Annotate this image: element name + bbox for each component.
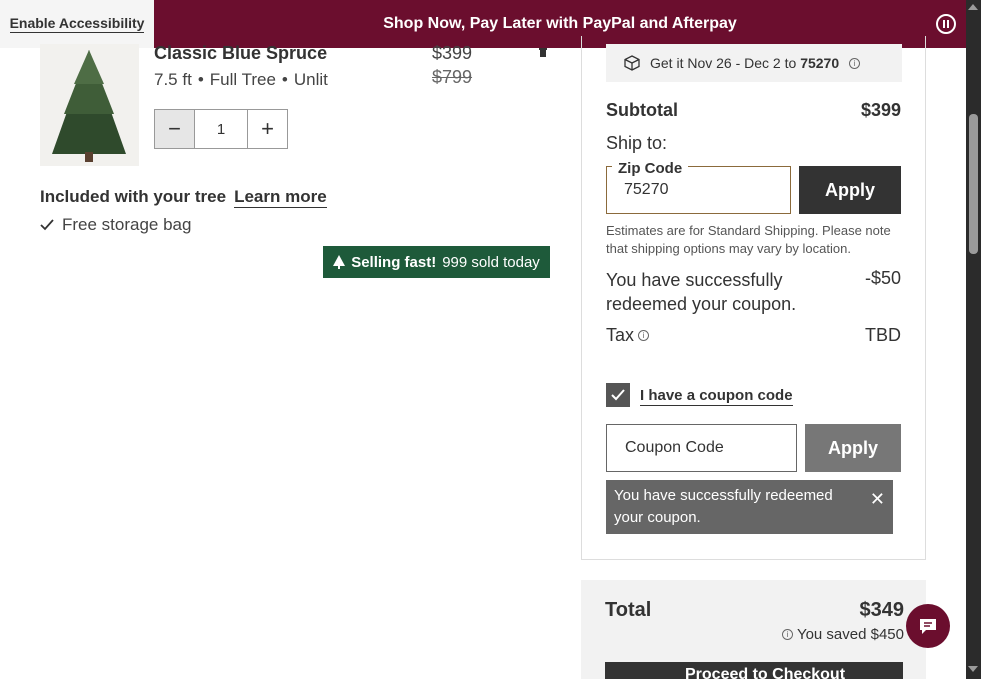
coupon-toggle-label[interactable]: I have a coupon code [640,387,793,406]
coupon-discount-value: -$50 [864,268,901,288]
checkmark-icon [40,219,54,231]
badge-text: 999 sold today [442,253,540,271]
quantity-value[interactable]: 1 [195,110,247,148]
savings-text: You saved $450 [796,626,904,643]
tree-icon [333,255,346,269]
tax-value: TBD [865,325,901,345]
product-size: 7.5 ft [154,70,192,89]
trash-icon[interactable] [538,44,548,57]
badge-strong: Selling fast! [351,253,437,271]
chat-button[interactable] [906,604,950,648]
savings-row: i You saved $450 [781,626,904,643]
close-icon[interactable]: ✕ [870,488,885,510]
tax-label: Tax [606,325,635,345]
increase-quantity-button[interactable]: + [247,110,287,148]
included-item: Free storage bag [40,215,191,235]
product-original-price: $799 [432,67,473,87]
product-options: 7.5 ft • Full Tree • Unlit [154,70,328,90]
separator-dot: • [281,70,288,89]
subtotal-label: Subtotal [606,100,678,120]
delivery-prefix: Get it Nov 26 - Dec 2 to [650,55,797,71]
product-lighting: Unlit [293,70,328,89]
pause-icon[interactable] [936,14,956,34]
info-icon[interactable]: i [638,330,650,341]
coupon-success-text: You have successfully redeemed your coup… [606,270,797,314]
coupon-checkbox[interactable] [606,383,630,407]
toast-message: You have successfully redeemed your coup… [614,487,833,526]
box-icon [624,55,640,71]
decrease-quantity-button[interactable]: − [155,110,195,148]
zip-apply-button[interactable]: Apply [799,166,901,214]
included-heading: Included with your tree Learn more [40,187,327,208]
coupon-toast: You have successfully redeemed your coup… [606,480,893,534]
included-item-label: Free storage bag [62,215,192,234]
info-icon[interactable]: i [849,57,861,69]
delivery-estimate: Get it Nov 26 - Dec 2 to 75270 i [606,44,902,82]
included-title: Included with your tree [40,187,227,206]
total-value: $349 [859,599,905,621]
accessibility-button[interactable]: Enable Accessibility [0,0,154,48]
scroll-down-arrow-icon[interactable] [968,666,978,672]
product-name[interactable]: Classic Blue Spruce [154,43,327,64]
total-label: Total [605,599,652,621]
selling-fast-badge: Selling fast! 999 sold today [323,246,550,278]
product-shape: Full Tree [209,70,276,89]
check-icon [611,389,625,401]
separator-dot: • [197,70,204,89]
tax-label-row: Tax i [606,325,650,346]
zip-code-value[interactable]: 75270 [624,181,669,199]
coupon-apply-button[interactable]: Apply [805,424,901,472]
scrollbar[interactable] [966,0,981,679]
accessibility-label: Enable Accessibility [9,15,145,33]
scroll-up-arrow-icon[interactable] [968,4,978,10]
delivery-zip: 75270 [800,55,840,71]
shipping-estimate-note: Estimates are for Standard Shipping. Ple… [606,223,891,256]
info-icon[interactable]: i [781,629,793,640]
ship-to-label: Ship to: [606,133,668,153]
quantity-stepper: − 1 + [154,109,288,149]
chat-icon [920,619,936,634]
product-price: $399 [432,43,473,63]
learn-more-link[interactable]: Learn more [234,187,327,208]
delivery-text: Get it Nov 26 - Dec 2 to 75270 [650,55,839,71]
coupon-code-input[interactable] [606,424,797,472]
scrollbar-thumb[interactable] [969,114,978,254]
subtotal-value: $399 [860,100,901,120]
checkout-button[interactable]: Proceed to Checkout [605,662,903,679]
zip-code-label: Zip Code [612,160,689,177]
promo-text: Shop Now, Pay Later with PayPal and Afte… [383,15,737,32]
product-image[interactable] [40,44,139,166]
